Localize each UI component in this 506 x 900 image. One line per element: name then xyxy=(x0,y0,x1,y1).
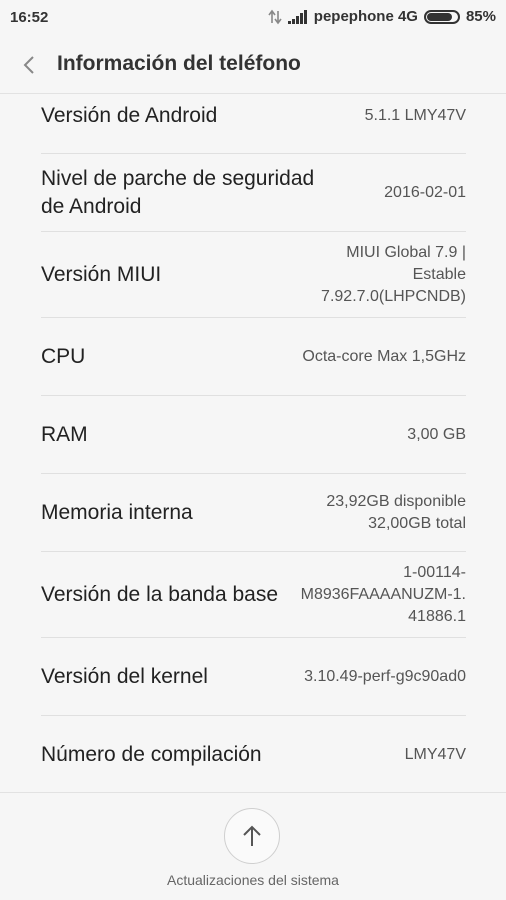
info-value: Octa-core Max 1,5GHz xyxy=(302,347,466,365)
info-row-ram[interactable]: RAM 3,00 GB xyxy=(41,396,466,474)
info-value: 3,00 GB xyxy=(407,425,466,443)
signal-icon xyxy=(287,9,307,24)
status-bar: 16:52 pepephone 4G 85% xyxy=(0,0,506,36)
info-value: 3.10.49-perf-g9c90ad0 xyxy=(304,667,466,685)
info-row-miui-version[interactable]: Versión MIUI MIUI Global 7.9 | Estable 7… xyxy=(41,232,466,318)
page-title: Información del teléfono xyxy=(57,52,301,75)
info-label: Versión del kernel xyxy=(41,664,208,688)
info-label: Versión MIUI xyxy=(41,262,162,286)
info-list: Versión de Android 5.1.1 LMY47V Nivel de… xyxy=(0,94,506,794)
status-indicators: pepephone 4G 85% xyxy=(268,8,496,25)
info-row-kernel[interactable]: Versión del kernel 3.10.49-perf-g9c90ad0 xyxy=(41,638,466,716)
info-value: LMY47V xyxy=(404,746,466,763)
info-row-internal-storage[interactable]: Memoria interna 23,92GB disponible 32,00… xyxy=(41,474,466,552)
screen: 16:52 pepephone 4G 85% Información del t… xyxy=(0,0,506,900)
info-label: Nivel de parche de seguridad de Android xyxy=(41,166,315,218)
back-arrow-icon[interactable] xyxy=(20,53,40,77)
info-value: 5.1.1 LMY47V xyxy=(364,107,466,124)
battery-percent: 85% xyxy=(465,8,496,25)
info-label: Versión de la banda base xyxy=(41,582,279,606)
info-label: RAM xyxy=(41,422,88,446)
info-label: Número de compilación xyxy=(41,743,262,766)
info-label: CPU xyxy=(41,344,86,368)
title-bar: Información del teléfono xyxy=(0,36,506,94)
arrow-up-icon xyxy=(243,825,261,846)
info-row-build-number[interactable]: Número de compilación LMY47V xyxy=(41,716,466,794)
data-transfer-icon xyxy=(268,9,282,24)
info-value: 2016-02-01 xyxy=(384,183,466,201)
info-row-cpu[interactable]: CPU Octa-core Max 1,5GHz xyxy=(41,318,466,396)
system-update-label[interactable]: Actualizaciones del sistema xyxy=(0,872,506,888)
info-value: 1-00114- M8936FAAAANUZM-1. 41886.1 xyxy=(300,563,466,625)
info-value: MIUI Global 7.9 | Estable 7.92.7.0(LHPCN… xyxy=(321,243,466,305)
system-update-button[interactable] xyxy=(224,808,280,864)
info-label: Versión de Android xyxy=(41,104,218,127)
bottom-divider xyxy=(0,792,506,793)
status-time: 16:52 xyxy=(10,9,49,26)
carrier-name: pepephone 4G xyxy=(313,8,418,25)
info-label: Memoria interna xyxy=(41,500,193,524)
info-row-baseband[interactable]: Versión de la banda base 1-00114- M8936F… xyxy=(41,552,466,638)
battery-level xyxy=(426,12,453,21)
info-row-android-version[interactable]: Versión de Android 5.1.1 LMY47V xyxy=(41,94,466,154)
info-value: 23,92GB disponible 32,00GB total xyxy=(326,492,466,532)
info-row-security-patch[interactable]: Nivel de parche de seguridad de Android … xyxy=(41,154,466,232)
battery-icon xyxy=(423,9,460,24)
